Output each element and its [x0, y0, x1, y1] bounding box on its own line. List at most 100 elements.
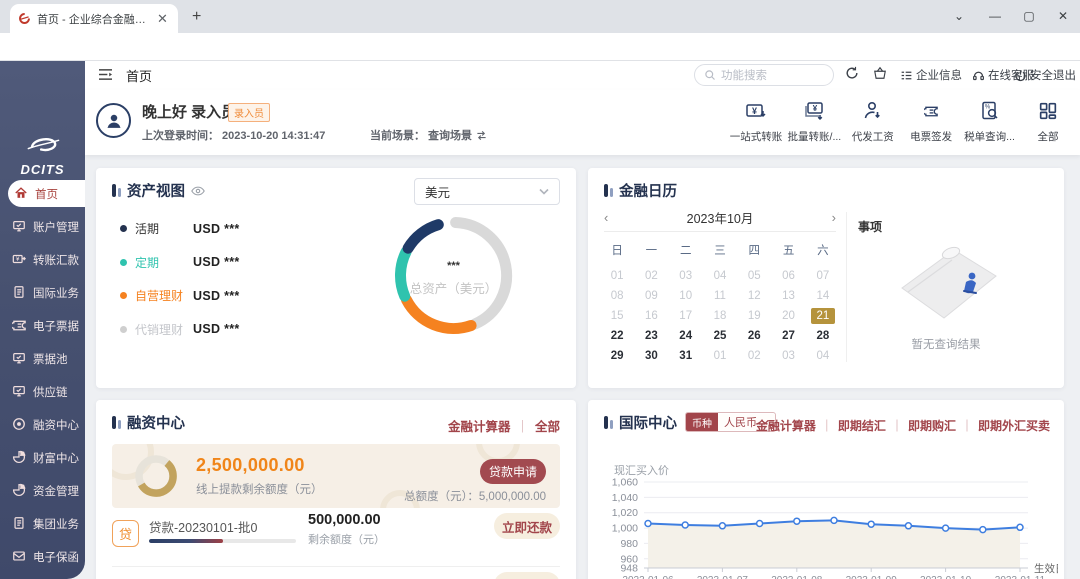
empty-state-text: 暂无查询结果 [856, 336, 1036, 352]
quick-action-label: 全部 [1037, 129, 1058, 144]
legend-row: 自营理财 USD *** [120, 287, 240, 304]
quick-action[interactable]: ¥ 批量转账/... [786, 98, 842, 144]
sidebar-item[interactable]: ¥ 转账汇款 [0, 243, 85, 276]
intl-link[interactable]: 即期结汇 [838, 417, 908, 434]
calendar-day[interactable]: 10 [669, 288, 703, 304]
calendar-day[interactable]: 01 [600, 268, 634, 284]
eye-toggle-icon[interactable] [191, 185, 205, 197]
sidebar-item[interactable]: 票据池 [0, 342, 85, 375]
calendar-day[interactable]: 04 [703, 268, 737, 284]
legend-row: 活期 USD *** [120, 220, 240, 237]
quick-action-icon [918, 98, 944, 124]
logout-link[interactable]: 安全退出 [1014, 67, 1076, 83]
sidebar-item[interactable]: 账户管理 [0, 210, 85, 243]
calendar-day[interactable]: 26 [737, 328, 771, 344]
window-maximize-icon[interactable]: ▢ [1014, 2, 1044, 30]
calendar-day[interactable]: 11 [703, 288, 737, 304]
svg-text:2023-01-09: 2023-01-09 [846, 575, 898, 579]
calendar-day[interactable]: 01 [703, 348, 737, 364]
intl-link[interactable]: 即期外汇买卖 [978, 417, 1050, 434]
switch-scene-icon[interactable] [476, 130, 487, 141]
sidebar-item[interactable]: 资金管理 [0, 474, 85, 507]
sidebar-item[interactable]: 电子票据 [0, 309, 85, 342]
refresh-icon[interactable] [845, 66, 859, 85]
quick-action[interactable]: 电票签发 [903, 98, 959, 144]
quick-action-label: 代发工资 [852, 129, 894, 144]
sidebar-item[interactable]: 集团业务 [0, 507, 85, 540]
calendar-day[interactable]: 22 [600, 328, 634, 344]
window-chevron-icon[interactable]: ⌄ [944, 2, 974, 30]
calendar-day[interactable]: 08 [600, 288, 634, 304]
loan-apply-button[interactable]: 贷款申请 [480, 459, 546, 484]
sidebar-item[interactable]: 国际业务 [0, 276, 85, 309]
calendar-day[interactable]: 25 [703, 328, 737, 344]
calendar-day[interactable]: 14 [806, 288, 840, 304]
calendar-day[interactable]: 15 [600, 308, 634, 324]
calendar-day[interactable]: 20 [771, 308, 805, 324]
quick-action[interactable]: ¥ 一站式转账 [728, 98, 784, 144]
prev-month-icon[interactable]: ‹ [604, 210, 608, 225]
repay-now-button[interactable]: 立即还款 [494, 513, 560, 539]
intl-link[interactable]: 即期购汇 [908, 417, 978, 434]
quick-action[interactable]: % 税单查询... [962, 98, 1018, 144]
calendar-day[interactable]: 27 [771, 328, 805, 344]
new-tab-button[interactable]: + [192, 8, 201, 26]
intl-link[interactable]: 金融计算器 [756, 417, 838, 434]
calendar-day[interactable]: 28 [806, 328, 840, 344]
calendar-day[interactable]: 02 [737, 348, 771, 364]
calendar-day[interactable]: 09 [634, 288, 668, 304]
sidebar-menu: 首页 账户管理 ¥ 转账汇款 国际业务 电子票据 票据池 [0, 177, 85, 573]
financing-summary-card: 2,500,000.00 线上提款剩余额度（元） 贷款申请 总额度（元）：5,0… [112, 444, 560, 508]
calendar-day[interactable]: 12 [737, 288, 771, 304]
search-input[interactable]: 功能搜索 [694, 64, 834, 86]
calendar-day[interactable]: 13 [771, 288, 805, 304]
intl-title-text: 国际中心 [619, 412, 677, 433]
tab-home[interactable]: 首页 [126, 66, 152, 93]
tab-close-icon[interactable]: ✕ [157, 11, 168, 27]
calendar-day[interactable]: 06 [771, 268, 805, 284]
calendar-day[interactable]: 03 [771, 348, 805, 364]
sidebar-item[interactable]: 财富中心 [0, 441, 85, 474]
sidebar-item[interactable]: 融资中心 [0, 408, 85, 441]
calendar-day[interactable]: 16 [634, 308, 668, 324]
app-logo: DCITS [0, 133, 85, 177]
quick-action[interactable]: 全部 [1020, 98, 1076, 144]
sidebar-item[interactable]: 供应链 [0, 375, 85, 408]
calendar-day[interactable]: 30 [634, 348, 668, 364]
legend-value: USD *** [193, 255, 240, 269]
collapse-menu-icon[interactable] [98, 68, 113, 86]
gift-icon[interactable] [873, 66, 887, 85]
calendar-day[interactable]: 07 [806, 268, 840, 284]
calendar-day[interactable]: 23 [634, 328, 668, 344]
tab-title: 首页 - 企业综合金融服务平台 [37, 11, 155, 27]
calendar-day[interactable]: 21 [811, 308, 835, 324]
calendar-day[interactable]: 03 [669, 268, 703, 284]
window-minimize-icon[interactable]: — [980, 2, 1010, 30]
calendar-day[interactable]: 29 [600, 348, 634, 364]
calendar-day[interactable]: 24 [669, 328, 703, 344]
financing-link[interactable]: 全部 [535, 416, 560, 435]
currency-select[interactable]: 美元 [414, 178, 560, 205]
browser-tab[interactable]: 首页 - 企业综合金融服务平台 ✕ [10, 4, 178, 33]
sidebar-item[interactable]: 首页 [8, 180, 85, 207]
sidebar-item-label: 电子票据 [33, 318, 79, 334]
calendar-day[interactable]: 17 [669, 308, 703, 324]
enterprise-info-link[interactable]: 企业信息 [900, 67, 962, 83]
weekday-label: 一 [634, 238, 668, 264]
calendar-day[interactable]: 18 [703, 308, 737, 324]
calendar-day[interactable]: 05 [737, 268, 771, 284]
calendar-day[interactable]: 31 [669, 348, 703, 364]
financing-link[interactable]: 金融计算器 [448, 416, 535, 435]
sidebar-item[interactable]: 电子保函 [0, 540, 85, 573]
logo-text: DCITS [0, 162, 85, 177]
window-close-icon[interactable]: ✕ [1048, 2, 1078, 30]
calendar-day[interactable]: 04 [806, 348, 840, 364]
quick-action[interactable]: 代发工资 [845, 98, 901, 144]
repay-now-button-clipped[interactable]: 立即还款 [494, 572, 560, 579]
events-label: 事项 [858, 218, 882, 235]
next-month-icon[interactable]: › [832, 210, 836, 225]
calendar-day[interactable]: 02 [634, 268, 668, 284]
panel-title-icon [604, 184, 613, 197]
calendar-day[interactable]: 19 [737, 308, 771, 324]
sidebar-item-label: 国际业务 [33, 285, 79, 301]
